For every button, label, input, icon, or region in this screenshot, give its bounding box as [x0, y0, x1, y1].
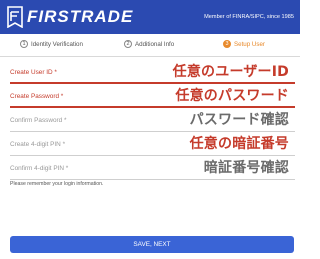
field-label: Confirm Password * [10, 117, 67, 124]
step-label: Setup User [234, 40, 265, 48]
field-annotation: 暗証番号確認 [203, 160, 289, 176]
field-annotation: 任意のパスワード [175, 88, 289, 104]
app-header: FIRSTRADE Member of FINRA/SIPC, since 19… [0, 0, 300, 34]
field-annotation: 任意のユーザーID [172, 64, 289, 80]
field-underline [10, 179, 295, 180]
confirm-pin-field[interactable]: Confirm 4-digit PIN * 暗証番号確認 [10, 158, 295, 180]
step-additional-info: 2 Additional Info [124, 40, 174, 48]
field-label: Create 4-digit PIN * [10, 141, 66, 148]
create-user-id-field[interactable]: Create User ID * 任意のユーザーID [10, 62, 295, 84]
field-underline [10, 155, 295, 156]
step-number: 3 [223, 40, 231, 48]
save-next-button[interactable]: SAVE, NEXT [10, 236, 294, 253]
field-label: Confirm 4-digit PIN * [10, 165, 69, 172]
create-password-field[interactable]: Create Password * 任意のパスワード [10, 86, 295, 108]
field-label: Create User ID * [10, 69, 57, 76]
step-number: 1 [20, 40, 28, 48]
progress-steps: 1 Identity Verification 2 Additional Inf… [0, 40, 300, 56]
steps-divider [0, 56, 300, 57]
reminder-note: Please remember your login information. [10, 181, 104, 187]
step-identity-verification: 1 Identity Verification [20, 40, 83, 48]
confirm-password-field[interactable]: Confirm Password * パスワード確認 [10, 110, 295, 132]
field-underline [10, 131, 295, 132]
step-label: Identity Verification [31, 40, 83, 48]
step-setup-user: 3 Setup User [223, 40, 265, 48]
create-pin-field[interactable]: Create 4-digit PIN * 任意の暗証番号 [10, 134, 295, 156]
field-underline [10, 106, 295, 108]
step-number: 2 [124, 40, 132, 48]
member-text: Member of FINRA/SIPC, since 1985 [204, 14, 294, 20]
field-annotation: 任意の暗証番号 [189, 136, 289, 152]
field-underline [10, 82, 295, 84]
step-label: Additional Info [135, 40, 175, 48]
firstrade-logo-icon [7, 6, 23, 28]
field-label: Create Password * [10, 93, 64, 100]
brand-name: FIRSTRADE [27, 7, 134, 26]
field-annotation: パスワード確認 [189, 112, 289, 128]
